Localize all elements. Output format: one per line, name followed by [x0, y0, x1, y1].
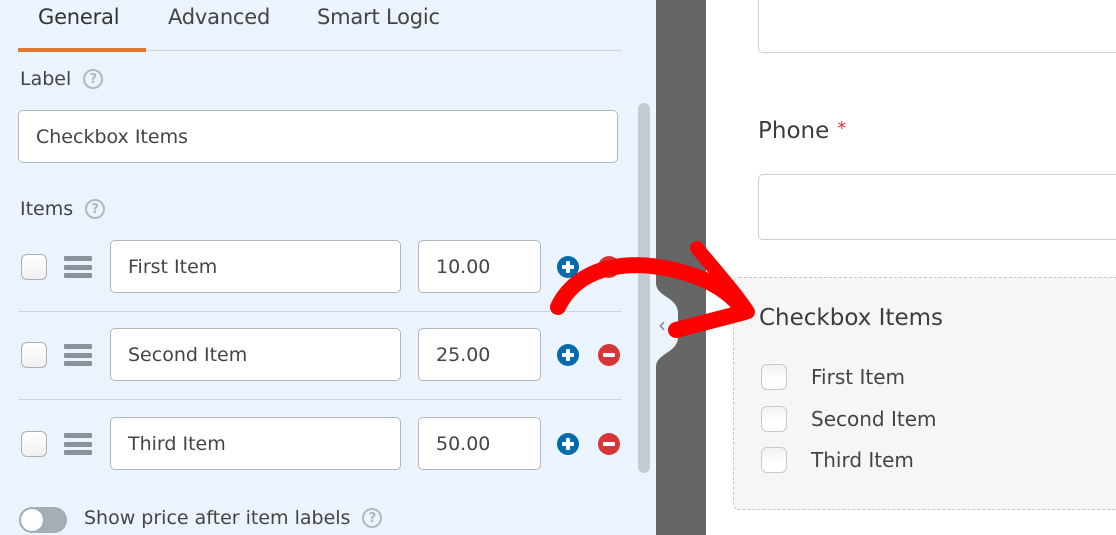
toggle-knob: [21, 509, 43, 531]
items-title: Items: [20, 198, 74, 220]
drag-handle-icon[interactable]: [64, 344, 92, 366]
phone-label-text: Phone: [758, 118, 830, 144]
checkbox-items-field-preview[interactable]: Checkbox Items First Item Second Item Th…: [733, 277, 1116, 510]
choice-checkbox[interactable]: [761, 447, 787, 473]
item-name-input[interactable]: Third Item: [110, 417, 401, 470]
phone-input[interactable]: [758, 174, 1116, 240]
form-preview: Phone * Checkbox Items First Item Second …: [706, 0, 1116, 535]
item-row: First Item 10.00: [18, 224, 622, 312]
item-row: Third Item 50.00: [18, 401, 622, 489]
label-field-title: Label: [20, 68, 72, 90]
add-item-icon[interactable]: [557, 433, 579, 455]
choice-label: Third Item: [811, 448, 914, 472]
item-price-input[interactable]: 50.00: [418, 417, 541, 470]
show-price-toggle-label-group: Show price after item labels ?: [84, 507, 383, 529]
show-price-toggle[interactable]: [19, 507, 67, 533]
drag-handle-icon[interactable]: [64, 256, 92, 278]
checkbox-field-title: Checkbox Items: [759, 305, 943, 331]
choice-label: First Item: [811, 365, 905, 389]
choice-checkbox[interactable]: [761, 406, 787, 432]
checkbox-choice[interactable]: First Item: [761, 364, 905, 390]
item-name-input[interactable]: Second Item: [110, 328, 401, 381]
panel-scrollbar[interactable]: [638, 103, 650, 473]
item-price-input[interactable]: 25.00: [418, 328, 541, 381]
field-options-panel: General Advanced Smart Logic Label ? Che…: [0, 0, 656, 535]
item-row: Second Item 25.00: [18, 312, 622, 400]
phone-field-label: Phone *: [758, 118, 846, 144]
preview-text-field[interactable]: [758, 0, 1116, 53]
tab-advanced[interactable]: Advanced: [168, 5, 270, 29]
tab-general[interactable]: General: [38, 5, 120, 29]
item-price-input[interactable]: 10.00: [418, 240, 541, 293]
options-tabs: General Advanced Smart Logic: [18, 0, 622, 52]
item-name-input[interactable]: First Item: [110, 240, 401, 293]
remove-item-icon[interactable]: [598, 433, 620, 455]
checkbox-choice[interactable]: Second Item: [761, 406, 937, 432]
choice-label: Second Item: [811, 407, 937, 431]
default-item-checkbox[interactable]: [21, 342, 47, 368]
remove-item-icon[interactable]: [598, 256, 620, 278]
remove-item-icon[interactable]: [598, 344, 620, 366]
show-price-toggle-label: Show price after item labels: [84, 507, 351, 529]
panel-divider: [656, 0, 706, 535]
tab-smart-logic[interactable]: Smart Logic: [317, 5, 440, 29]
active-tab-indicator: [18, 48, 146, 52]
label-input[interactable]: Checkbox Items: [18, 110, 618, 163]
items-heading: Items ?: [20, 198, 106, 220]
default-item-checkbox[interactable]: [21, 254, 47, 280]
chevron-left-icon[interactable]: ‹: [658, 315, 672, 335]
checkbox-choice[interactable]: Third Item: [761, 447, 914, 473]
help-icon[interactable]: ?: [362, 508, 383, 528]
help-icon[interactable]: ?: [85, 199, 106, 219]
choice-checkbox[interactable]: [761, 364, 787, 390]
label-field-heading: Label ?: [20, 68, 104, 90]
drag-handle-icon[interactable]: [64, 433, 92, 455]
add-item-icon[interactable]: [557, 344, 579, 366]
add-item-icon[interactable]: [557, 256, 579, 278]
help-icon[interactable]: ?: [83, 69, 104, 89]
default-item-checkbox[interactable]: [21, 431, 47, 457]
required-marker: *: [837, 118, 847, 139]
